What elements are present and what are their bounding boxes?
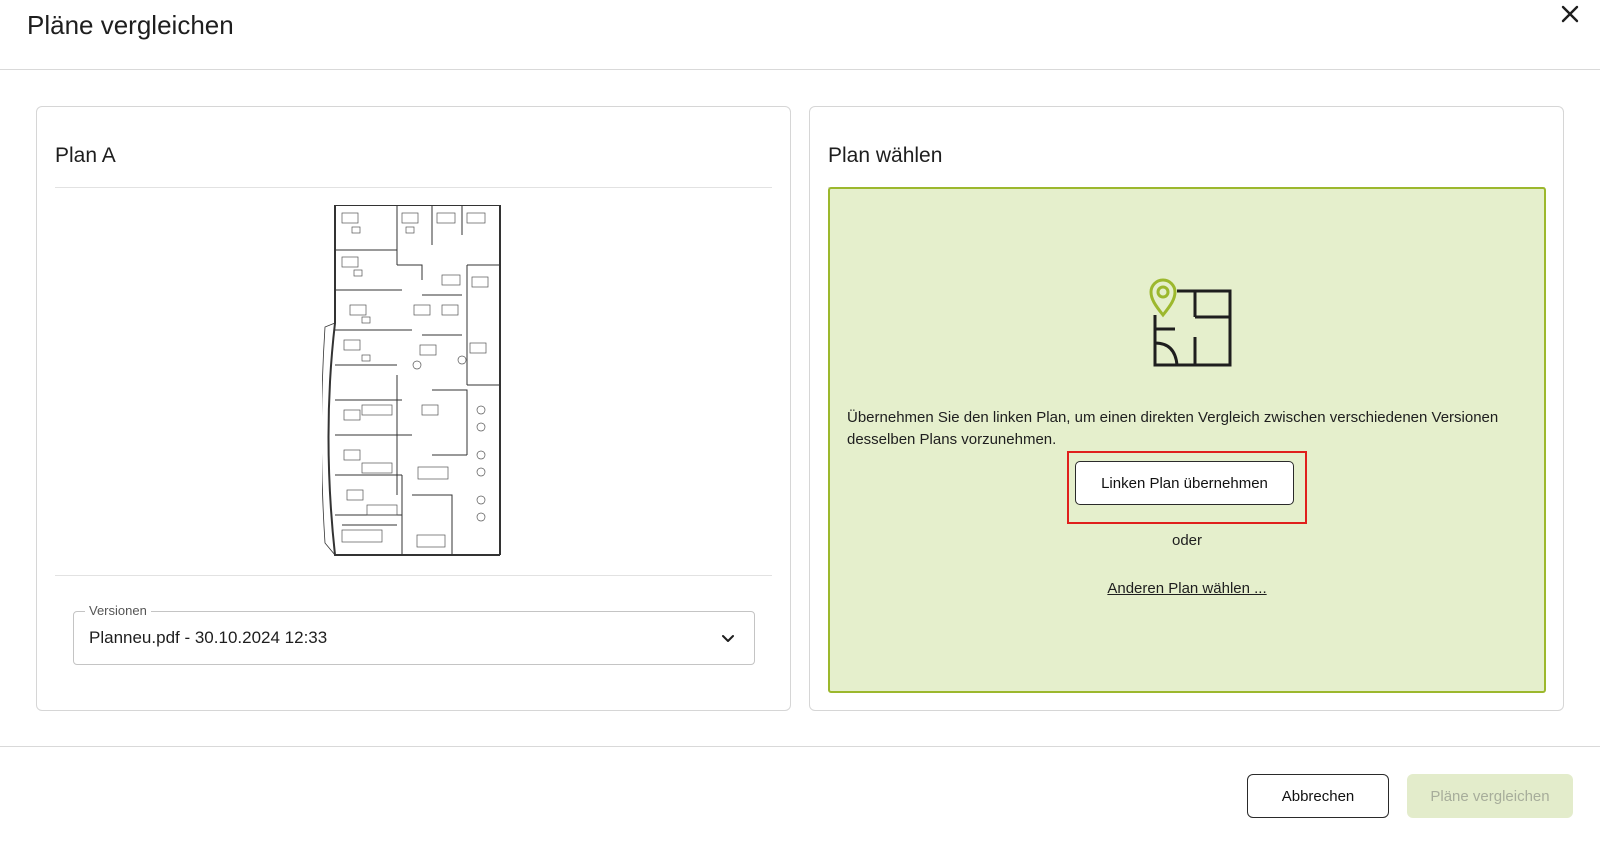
versions-selected-value: Planneu.pdf - 30.10.2024 12:33 bbox=[89, 628, 328, 647]
take-left-plan-button[interactable]: Linken Plan übernehmen bbox=[1075, 461, 1294, 505]
or-text: oder bbox=[1171, 532, 1203, 549]
versions-label: Versionen bbox=[85, 603, 151, 618]
cancel-button[interactable]: Abbrechen bbox=[1247, 774, 1389, 818]
plan-dropzone[interactable]: Übernehmen Sie den linken Plan, um einen… bbox=[828, 187, 1546, 693]
divider bbox=[55, 575, 772, 576]
close-icon bbox=[1561, 5, 1579, 23]
plan-choose-title: Plan wählen bbox=[828, 144, 943, 167]
divider bbox=[55, 187, 772, 188]
dialog-title: Pläne vergleichen bbox=[27, 10, 234, 40]
plan-a-card: Plan A Versionen Planneu.pdf - 30.10.202… bbox=[36, 106, 791, 711]
dropzone-description: Übernehmen Sie den linken Plan, um einen… bbox=[847, 409, 1499, 448]
compare-plans-button[interactable]: Pläne vergleichen bbox=[1407, 774, 1573, 818]
choose-other-plan-link[interactable]: Anderen Plan wählen ... bbox=[830, 580, 1544, 597]
close-button[interactable] bbox=[1554, 0, 1586, 28]
plan-choose-card: Plan wählen Übernehmen Sie den linken Pl… bbox=[809, 106, 1564, 711]
floorplan-pin-icon bbox=[1149, 278, 1232, 367]
chevron-down-icon bbox=[722, 635, 734, 642]
versions-select[interactable]: Versionen Planneu.pdf - 30.10.2024 12:33 bbox=[73, 603, 755, 665]
footer-divider bbox=[0, 746, 1600, 747]
plan-preview-image bbox=[322, 205, 501, 556]
dialog-header: Pläne vergleichen bbox=[0, 0, 1600, 70]
plan-a-title: Plan A bbox=[55, 144, 116, 167]
